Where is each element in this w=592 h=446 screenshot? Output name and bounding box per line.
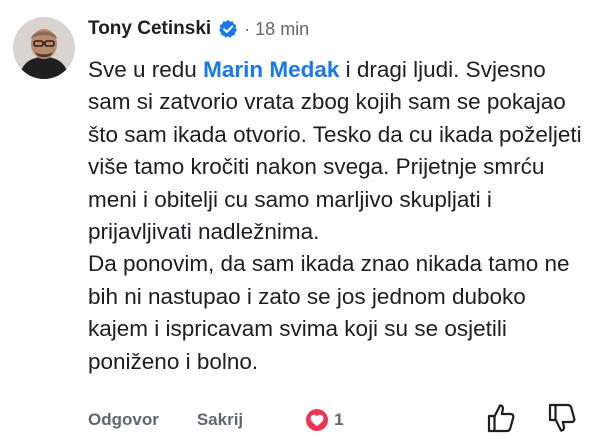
heart-icon bbox=[306, 409, 329, 431]
comment-text: Sve u redu Marin Medak i dragi ljudi. Sv… bbox=[88, 54, 584, 378]
thumbs-up-icon bbox=[487, 404, 515, 433]
mention-link[interactable]: Marin Medak bbox=[203, 57, 339, 82]
upvote-button[interactable] bbox=[486, 402, 516, 434]
comment-paragraph-2: Da ponovim, da sam ikada znao nikada tam… bbox=[88, 251, 570, 374]
downvote-button[interactable] bbox=[547, 402, 577, 434]
comment-actions: Odgovor Sakrij 1 bbox=[88, 405, 344, 435]
comment-paragraph: Sve u redu Marin Medak i dragi ljudi. Sv… bbox=[88, 54, 584, 248]
author-name[interactable]: Tony Cetinski bbox=[88, 18, 211, 40]
avatar[interactable] bbox=[13, 17, 75, 79]
comment-header: Tony Cetinski · 18 min bbox=[88, 15, 309, 43]
hide-button[interactable]: Sakrij bbox=[197, 410, 243, 430]
thumbs-down-icon bbox=[548, 403, 576, 432]
comment-timestamp[interactable]: · 18 min bbox=[244, 19, 309, 40]
reaction-summary[interactable]: 1 bbox=[306, 409, 344, 431]
reply-button[interactable]: Odgovor bbox=[88, 410, 159, 430]
text-before-mention: Sve u redu bbox=[88, 57, 204, 82]
verified-badge-icon bbox=[218, 19, 238, 39]
reaction-count: 1 bbox=[334, 410, 344, 429]
profile-photo bbox=[13, 17, 75, 79]
text-after-mention: i dragi ljudi. Svjesno sam si zatvorio v… bbox=[88, 57, 582, 245]
